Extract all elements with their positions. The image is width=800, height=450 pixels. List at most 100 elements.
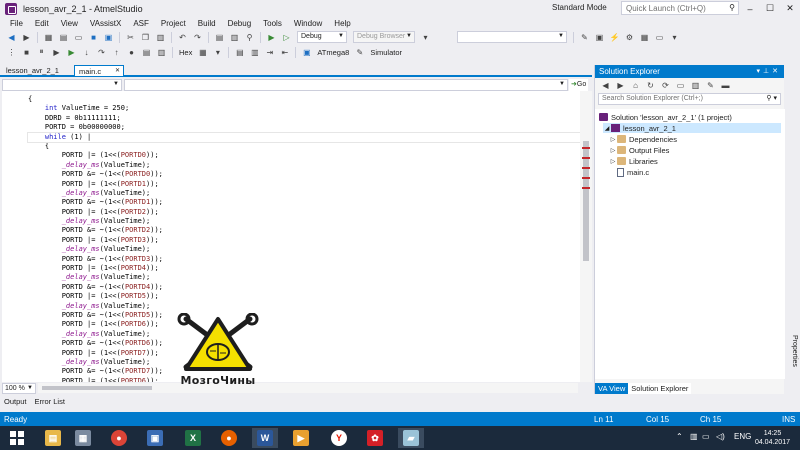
comment-icon[interactable]: ▤ — [234, 47, 245, 58]
scrollbar-thumb[interactable] — [42, 386, 152, 390]
code-line[interactable]: PORTD |= (1<<(PORTD1)); — [28, 180, 584, 189]
code-line[interactable]: { — [28, 95, 584, 104]
forward-icon[interactable]: ▶ — [615, 80, 626, 91]
step-over-icon[interactable]: ↷ — [96, 47, 107, 58]
code-line[interactable]: PORTD |= (1<<(PORTD2)); — [28, 208, 584, 217]
uncomment-icon[interactable]: ▥ — [249, 47, 260, 58]
error-marker[interactable] — [582, 177, 590, 179]
back-icon[interactable]: ◀ — [600, 80, 611, 91]
build-icon[interactable]: ▤ — [214, 32, 225, 43]
sync-icon[interactable]: ↻ — [645, 80, 656, 91]
paste-icon[interactable]: ▥ — [155, 32, 166, 43]
menu-view[interactable]: View — [55, 19, 84, 28]
code-line[interactable]: _delay_ms(ValueTime); — [28, 302, 584, 311]
expanded-arrow-icon[interactable]: ◢ — [603, 125, 611, 132]
device-programming-icon[interactable]: ⚡ — [609, 32, 620, 43]
forward-icon[interactable]: ▶ — [21, 32, 32, 43]
code-line[interactable]: _delay_ms(ValueTime); — [28, 245, 584, 254]
start-button[interactable] — [4, 428, 30, 448]
code-line[interactable]: _delay_ms(ValueTime); — [28, 358, 584, 367]
language-indicator[interactable]: ENG — [734, 432, 751, 441]
pin-icon[interactable]: ⊥ — [763, 68, 772, 75]
code-line[interactable]: PORTD &= ~(1<<(PORTD3)); — [28, 255, 584, 264]
code-text[interactable]: { int ValueTime = 250; DDRD = 0b11111111… — [27, 95, 585, 382]
code-line[interactable]: PORTD |= (1<<(PORTD7)); — [28, 349, 584, 358]
code-line[interactable]: DDRD = 0b11111111; — [28, 114, 584, 123]
taskbar-yandex-browser[interactable]: Y — [326, 428, 352, 448]
tree-main-c[interactable]: main.c — [617, 167, 649, 177]
menu-window[interactable]: Window — [288, 19, 328, 28]
show-all-files-icon[interactable]: ▥ — [690, 80, 701, 91]
device-chip-icon[interactable]: ▣ — [301, 47, 312, 58]
context-dropdown[interactable]: ▼ — [2, 78, 122, 91]
tree-output-files[interactable]: ▷ Output Files — [609, 145, 670, 155]
taskbar-atmel-studio[interactable]: ▰ — [398, 428, 424, 448]
taskbar-app[interactable]: ▦ — [70, 428, 96, 448]
quick-launch-input[interactable]: Quick Launch (Ctrl+Q) ⚲ — [621, 1, 739, 15]
code-line[interactable]: PORTD |= (1<<(PORTD3)); — [28, 236, 584, 245]
horizontal-scrollbar[interactable] — [38, 383, 578, 393]
toolbar-options-icon[interactable]: ▾ — [420, 32, 431, 43]
solution-config-dropdown[interactable]: Debug ▼ — [297, 31, 347, 43]
continue-icon[interactable]: ▶ — [66, 47, 77, 58]
debug-browser-dropdown[interactable]: Debug Browser ▼ — [353, 31, 415, 43]
code-line[interactable]: PORTD |= (1<<(PORTD5)); — [28, 292, 584, 301]
indent-icon[interactable]: ⇥ — [264, 47, 275, 58]
chip-icon[interactable]: ▣ — [594, 32, 605, 43]
window-icon[interactable]: ▭ — [654, 32, 665, 43]
registers-icon[interactable]: ▾ — [212, 47, 223, 58]
scrollbar-thumb[interactable] — [583, 141, 589, 261]
disassembly-icon[interactable]: ▤ — [141, 47, 152, 58]
search-icon[interactable]: ⚲ ▾ — [766, 94, 777, 102]
menu-file[interactable]: File — [4, 19, 29, 28]
taskbar-save-app[interactable]: ▣ — [142, 428, 168, 448]
code-line[interactable]: PORTD &= ~(1<<(PORTD5)); — [28, 311, 584, 320]
tree-libraries[interactable]: ▷ Libraries — [609, 156, 658, 166]
find-icon[interactable]: ⚲ — [244, 32, 255, 43]
error-marker[interactable] — [582, 167, 590, 169]
zoom-dropdown[interactable]: 100 % ▼ — [2, 382, 36, 394]
tool-icon[interactable]: ✎ — [354, 47, 365, 58]
collapsed-arrow-icon[interactable]: ▷ — [609, 158, 617, 165]
tray-network-icon[interactable]: ▥ — [690, 432, 698, 441]
memory-icon[interactable]: ▥ — [156, 47, 167, 58]
tab-solution-explorer[interactable]: Solution Explorer — [628, 383, 692, 394]
code-line[interactable]: _delay_ms(ValueTime); — [28, 161, 584, 170]
redo-icon[interactable]: ↷ — [192, 32, 203, 43]
search-icon[interactable]: ⚲ — [729, 3, 735, 12]
tools-icon[interactable]: ✎ — [579, 32, 590, 43]
properties-tab[interactable]: Properties — [788, 335, 798, 367]
code-line[interactable]: PORTD |= (1<<(PORTD4)); — [28, 264, 584, 273]
close-button[interactable]: ✕ — [780, 0, 800, 17]
error-marker[interactable] — [582, 187, 590, 189]
code-line[interactable]: PORTD |= (1<<(PORTD0)); — [28, 151, 584, 160]
hex-toggle[interactable]: Hex — [179, 48, 192, 57]
undo-icon[interactable]: ↶ — [177, 32, 188, 43]
taskbar-excel[interactable]: X — [180, 428, 206, 448]
rebuild-icon[interactable]: ▥ — [229, 32, 240, 43]
member-dropdown[interactable]: ▼ — [124, 78, 568, 91]
tree-dependencies[interactable]: ▷ Dependencies — [609, 134, 677, 144]
open-file-icon[interactable]: ▭ — [73, 32, 84, 43]
code-line[interactable]: _delay_ms(ValueTime); — [28, 189, 584, 198]
tab-error-list[interactable]: Error List — [35, 397, 65, 406]
save-all-icon[interactable]: ▣ — [103, 32, 114, 43]
go-button[interactable]: ➜Go — [569, 78, 589, 91]
error-marker[interactable] — [582, 147, 590, 149]
code-line[interactable]: { — [28, 142, 584, 151]
stop-icon[interactable]: ■ — [21, 47, 32, 58]
menu-help[interactable]: Help — [328, 19, 356, 28]
add-item-icon[interactable]: ▤ — [58, 32, 69, 43]
collapsed-arrow-icon[interactable]: ▷ — [609, 147, 617, 154]
settings-icon[interactable]: ⚙ — [624, 32, 635, 43]
home-icon[interactable]: ⌂ — [630, 80, 641, 91]
solution-explorer-search[interactable]: Search Solution Explorer (Ctrl+;) ⚲ ▾ — [598, 93, 781, 105]
menu-tools[interactable]: Tools — [257, 19, 288, 28]
taskbar-clock[interactable]: 14:25 04.04.2017 — [755, 429, 790, 447]
tray-volume-icon[interactable]: ◁) — [716, 432, 725, 441]
preview-icon[interactable]: ▬ — [720, 80, 731, 91]
code-line[interactable]: _delay_ms(ValueTime); — [28, 330, 584, 339]
find-dropdown[interactable]: ▼ — [457, 31, 567, 43]
menu-asf[interactable]: ASF — [127, 19, 155, 28]
start-debugging-icon[interactable]: ▶ — [266, 32, 277, 43]
